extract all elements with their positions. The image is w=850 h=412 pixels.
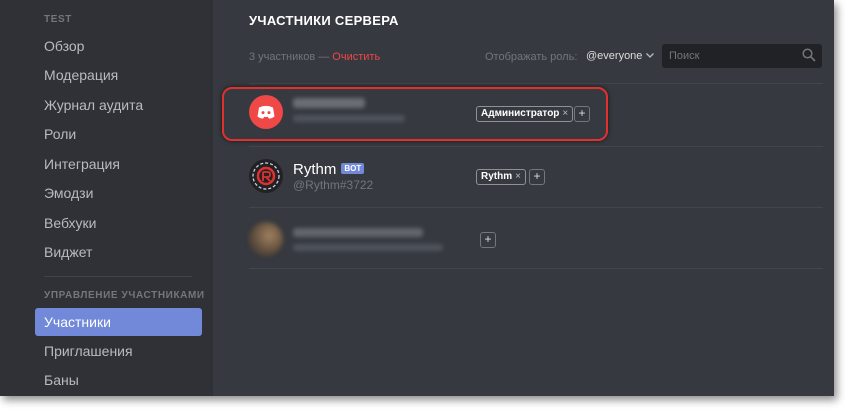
member-tag-blurred — [293, 244, 443, 251]
search-box — [662, 44, 822, 68]
add-role-button[interactable]: + — [480, 232, 496, 248]
member-count-text: 3 участников — — [249, 51, 330, 63]
role-label: Rythm — [481, 171, 513, 182]
settings-sidebar: TEST Обзор Модерация Журнал аудита Роли … — [0, 0, 213, 396]
sidebar-item-moderation[interactable]: Модерация — [35, 61, 202, 89]
members-panel: УЧАСТНИКИ СЕРВЕРА 3 участников — Очистит… — [213, 0, 834, 396]
sidebar-item-members[interactable]: Участники — [35, 308, 202, 336]
member-row[interactable]: Rythm BOT @Rythm#3722 Rythm × + — [249, 147, 823, 207]
sidebar-item-overview[interactable]: Обзор — [35, 32, 202, 60]
roles-filter-select[interactable]: @everyone — [586, 49, 655, 62]
search-icon[interactable] — [802, 48, 816, 67]
sidebar-item-audit-log[interactable]: Журнал аудита — [35, 91, 202, 119]
roles-filter-label: Отображать роль: — [485, 51, 578, 63]
roles-filter-value: @everyone — [586, 50, 643, 62]
server-name-header: TEST — [44, 14, 72, 25]
chevron-down-icon — [646, 49, 655, 61]
member-avatar-blurred — [249, 222, 283, 256]
highlight-annotation — [222, 87, 608, 141]
add-role-button[interactable]: + — [529, 169, 545, 185]
sidebar-item-roles[interactable]: Роли — [35, 120, 202, 148]
remove-role-icon[interactable]: × — [515, 171, 521, 182]
search-input[interactable] — [662, 44, 799, 68]
divider — [249, 268, 823, 269]
page-title: УЧАСТНИКИ СЕРВЕРА — [249, 13, 399, 28]
sidebar-item-bans[interactable]: Баны — [35, 366, 202, 394]
sidebar-item-invites[interactable]: Приглашения — [35, 337, 202, 365]
sidebar-item-emoji[interactable]: Эмодзи — [35, 179, 202, 207]
member-count: 3 участников — Очистить — [249, 51, 380, 63]
sidebar-item-webhooks[interactable]: Вебхуки — [35, 209, 202, 237]
member-name-blurred — [293, 228, 423, 237]
sidebar-divider — [44, 276, 192, 277]
app-window: TEST Обзор Модерация Журнал аудита Роли … — [0, 0, 834, 396]
rythm-avatar — [249, 159, 283, 193]
clear-filter-link[interactable]: Очистить — [332, 51, 380, 63]
member-row[interactable]: + — [249, 208, 823, 268]
sidebar-item-integrations[interactable]: Интеграция — [35, 150, 202, 178]
sidebar-item-widget[interactable]: Виджет — [35, 238, 202, 266]
member-tag: @Rythm#3722 — [293, 178, 374, 192]
bot-badge: BOT — [341, 163, 365, 174]
member-name: Rythm BOT — [293, 161, 365, 178]
member-management-header: УПРАВЛЕНИЕ УЧАСТНИКАМИ — [44, 290, 205, 301]
role-pill-rythm: Rythm × — [476, 169, 526, 185]
